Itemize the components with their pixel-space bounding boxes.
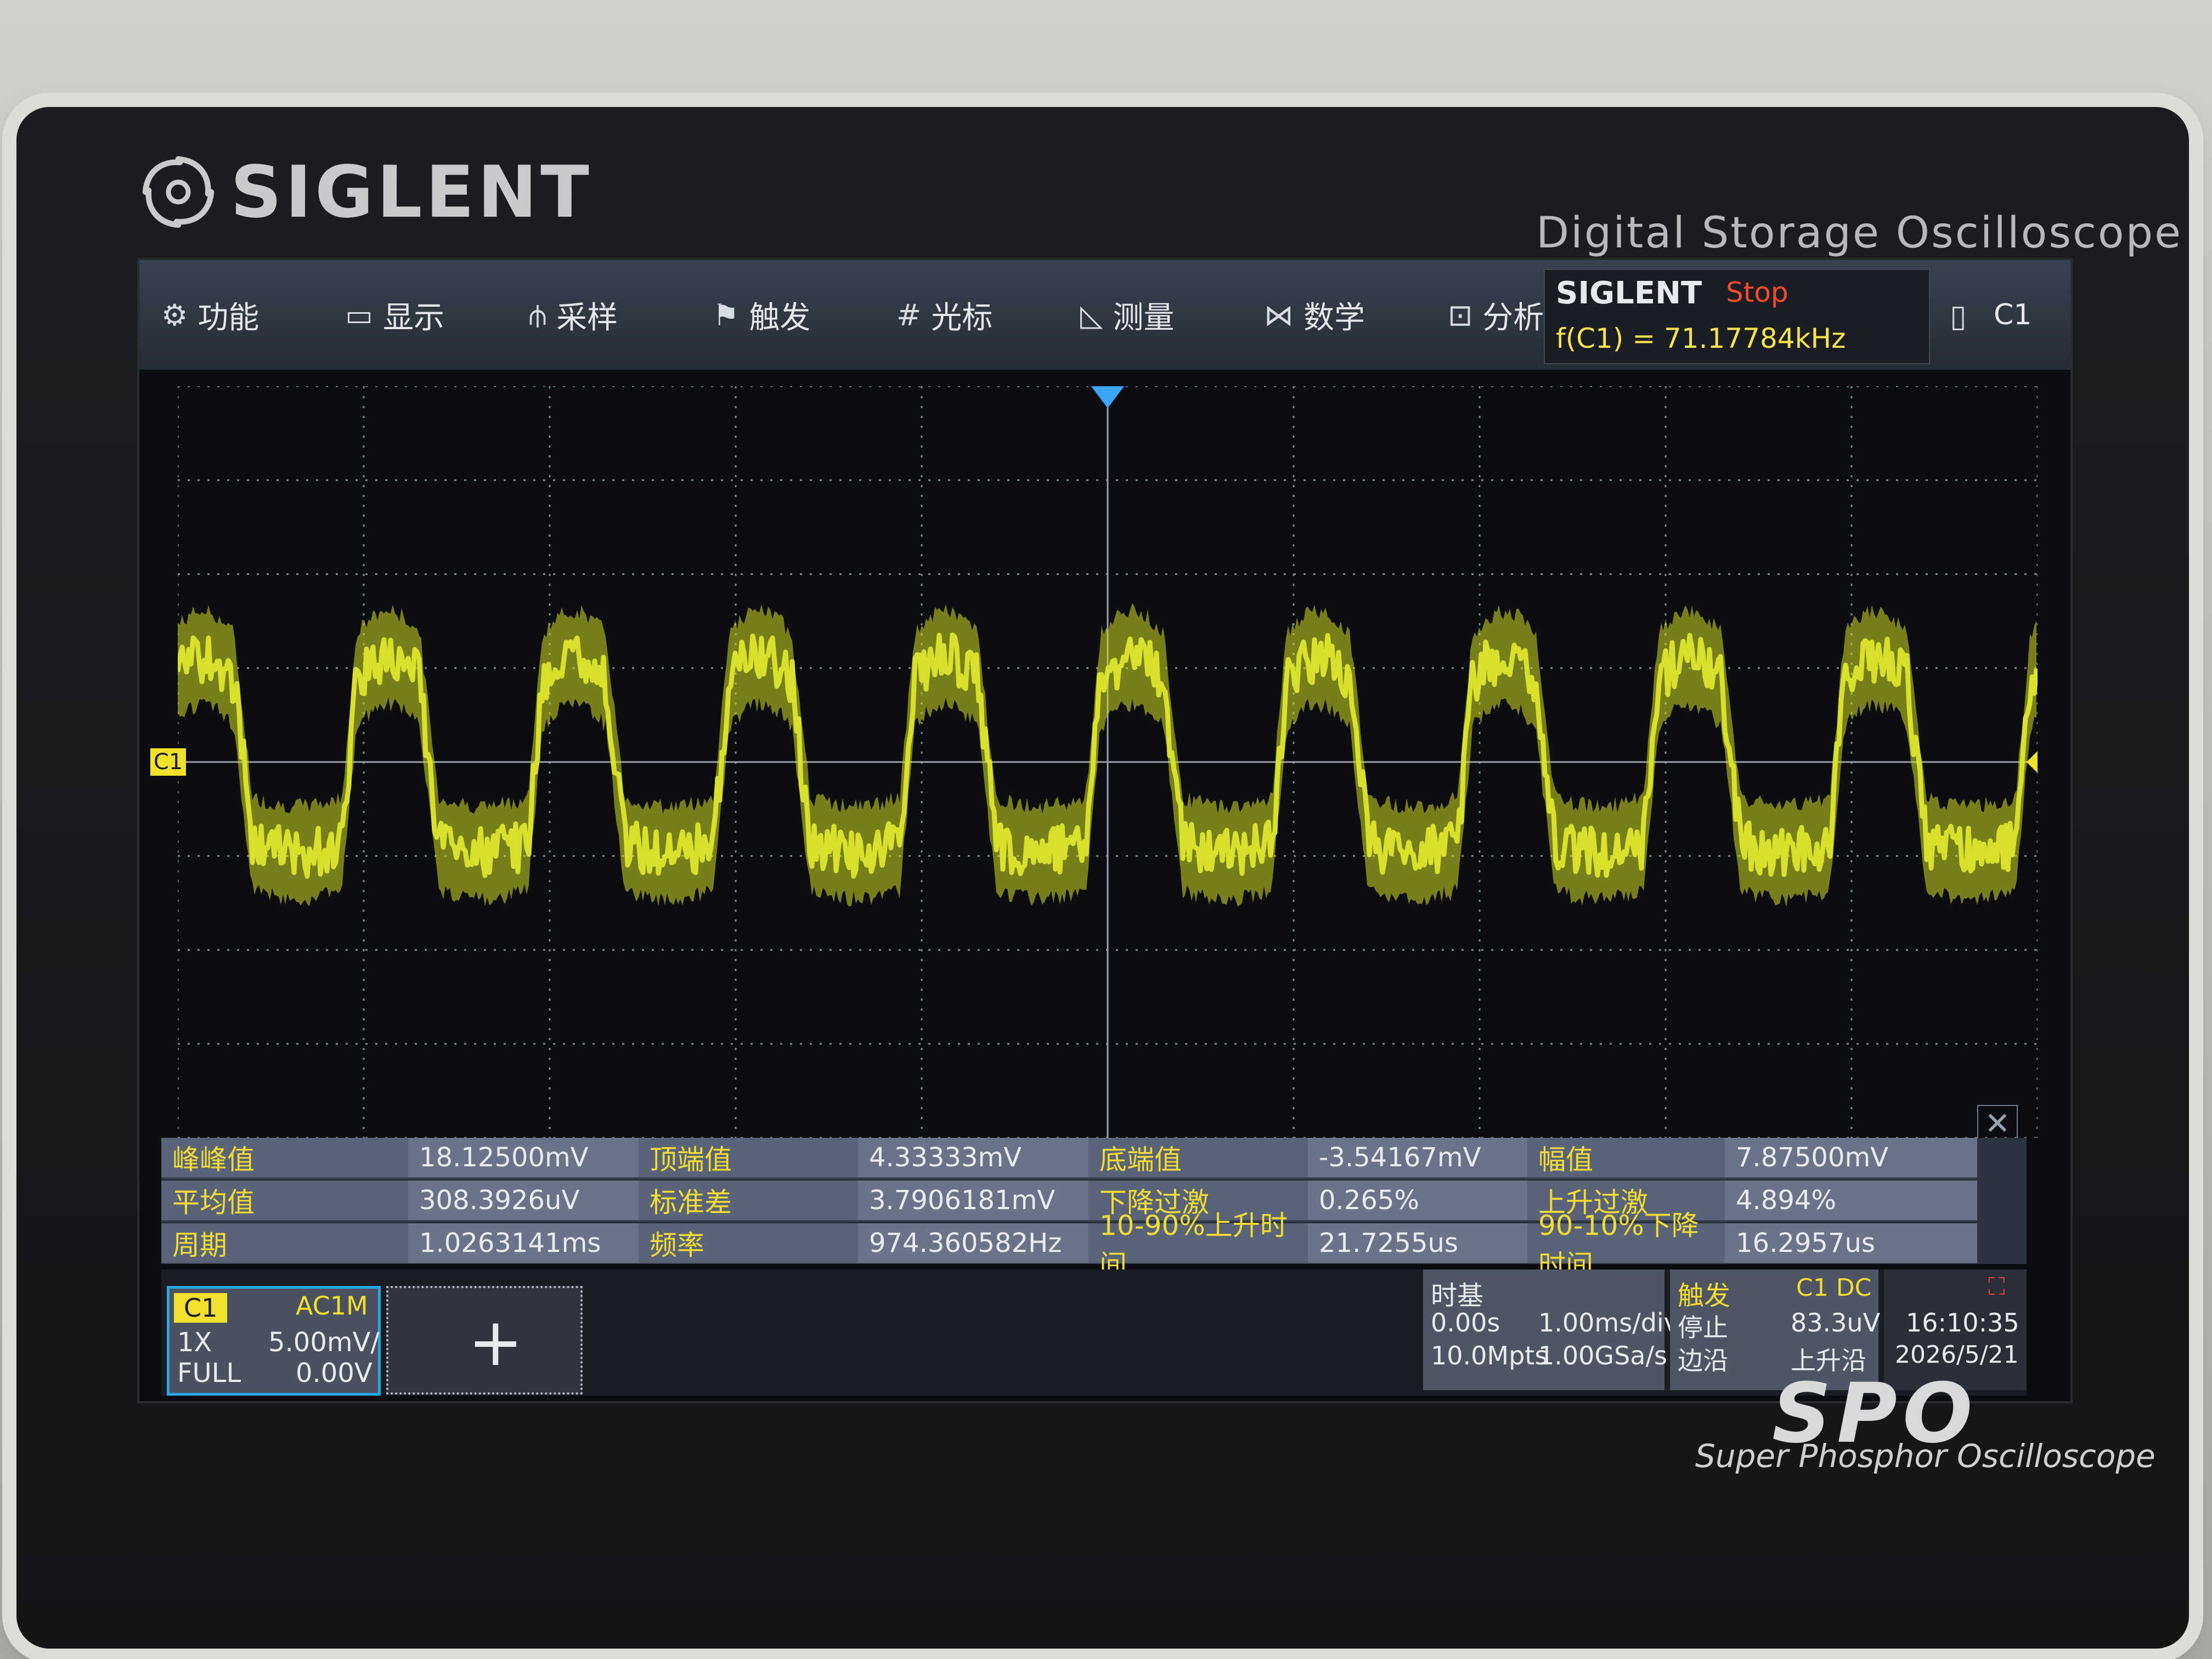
display-icon: ▭ (345, 297, 374, 332)
waveform-grid (178, 386, 2038, 1138)
clock-date: 2026/5/21 (1895, 1341, 2019, 1369)
menu-label: 触发 (749, 300, 811, 336)
menu-label: 测量 (1113, 300, 1175, 336)
timebase-box[interactable]: 时基 0.00s 1.00ms/div 10.0Mpts 1.00GSa/s (1423, 1269, 1679, 1390)
channel-coupling: AC1M (296, 1291, 368, 1321)
channel-tag: C1 (174, 1293, 228, 1323)
storage-icon: ▯ (1950, 298, 1967, 334)
ruler-icon: ◺ (1080, 297, 1103, 332)
trigger-position-marker[interactable] (1091, 386, 1124, 408)
meas-value: 16.2957us (1725, 1223, 1977, 1264)
menu-label: 数学 (1304, 300, 1365, 336)
meas-value: 0.265% (1308, 1181, 1527, 1221)
meas-label: 平均值 (161, 1181, 408, 1221)
menu-label: 分析 (1482, 300, 1544, 336)
menu-item-acquire[interactable]: ⫛ 采样 (529, 293, 691, 337)
meas-value: 308.3926uV (408, 1181, 639, 1221)
meas-label: 幅值 (1527, 1138, 1725, 1178)
run-state[interactable]: Stop (1726, 276, 1788, 308)
meas-label: 峰峰值 (161, 1138, 408, 1178)
siglent-swirl-icon (142, 156, 215, 228)
menu-item-cursor[interactable]: # 光标 (896, 293, 1058, 337)
timebase-scale: 1.00ms/div (1538, 1308, 1679, 1338)
meas-value: 21.7255us (1308, 1223, 1527, 1264)
meas-value: -3.54167mV (1308, 1138, 1527, 1178)
channel-offset: 0.00V (296, 1358, 373, 1389)
frequency-counter: f(C1) = 71.17784kHz (1556, 323, 1846, 354)
gear-icon: ⚙ (161, 297, 188, 332)
oscilloscope-screen: ⚙ 功能 ▭ 显示 ⫛ 采样 ⚑ 触发 # 光标 ◺ 测量 ⋈ 数学 ⊡ 分析 SIGLENT … (137, 258, 2073, 1403)
menu-item-display[interactable]: ▭ 显示 (345, 293, 507, 337)
meas-value: 3.7906181mV (858, 1181, 1088, 1221)
meas-value: 1.0263141ms (408, 1223, 639, 1264)
siglent-logo: SIGLENT (137, 148, 592, 236)
acquire-icon: ⫛ (529, 297, 547, 332)
timebase-delay: 0.00s (1431, 1308, 1500, 1338)
channel-c1-box[interactable]: C1 AC1M 1X 5.00mV/ FULL 0.00V (167, 1286, 381, 1396)
trigger-type: 边沿 (1678, 1346, 1728, 1375)
trigger-title: 触发 (1678, 1280, 1731, 1311)
clock-time: 16:10:35 (1906, 1308, 2019, 1338)
waveform-area (178, 386, 2038, 1138)
menu-item-function[interactable]: ⚙ 功能 (161, 293, 323, 337)
meas-label: 周期 (161, 1223, 408, 1264)
meas-value: 974.360582Hz (858, 1223, 1088, 1264)
menu-bar: ⚙ 功能 ▭ 显示 ⫛ 采样 ⚑ 触发 # 光标 ◺ 测量 ⋈ 数学 ⊡ 分析 SIGLENT … (139, 260, 2070, 370)
menu-label: 显示 (383, 300, 445, 336)
status-bottom-bar: C1 AC1M 1X 5.00mV/ FULL 0.00V + 时基 0.00s… (161, 1269, 2027, 1396)
menu-label: 采样 (556, 300, 618, 336)
meas-label: 底端值 (1088, 1138, 1308, 1178)
analyze-icon: ⊡ (1448, 297, 1473, 332)
menu-item-trigger[interactable]: ⚑ 触发 (713, 293, 874, 337)
measurement-panel: 峰峰值 18.12500mV 顶端值 4.33333mV 底端值 -3.5416… (161, 1138, 2027, 1281)
trigger-mode: 停止 (1678, 1313, 1728, 1342)
menu-label: 光标 (931, 300, 993, 336)
plus-icon: + (468, 1305, 523, 1381)
math-icon: ⋈ (1264, 297, 1294, 332)
trigger-source: C1 DC (1796, 1274, 1872, 1302)
trigger-level-marker[interactable] (2027, 751, 2038, 773)
status-brand: SIGLENT (1556, 275, 1702, 311)
channel-bandwidth: FULL (177, 1358, 241, 1389)
spo-subtitle: Super Phosphor Oscilloscope (1695, 1437, 2155, 1475)
meas-label: 10-90%上升时间 (1088, 1210, 1308, 1281)
meas-value: 18.12500mV (408, 1138, 639, 1178)
add-channel-button[interactable]: + (386, 1286, 583, 1395)
cursor-icon: # (896, 297, 922, 332)
menu-label: 功能 (198, 300, 259, 336)
channel-probe: 1X (177, 1327, 212, 1358)
meas-label: 顶端值 (639, 1138, 858, 1178)
menu-item-measure[interactable]: ◺ 测量 (1080, 293, 1242, 337)
meas-label: 频率 (639, 1223, 858, 1264)
channel-ground-marker[interactable]: C1 (150, 748, 187, 776)
meas-value: 7.87500mV (1725, 1138, 1977, 1178)
meas-value: 4.894% (1725, 1181, 1977, 1221)
trigger-level: 83.3uV (1791, 1308, 1881, 1338)
sample-rate: 1.00GSa/s (1538, 1341, 1667, 1370)
memory-depth: 10.0Mpts (1431, 1341, 1548, 1370)
status-box: SIGLENT Stop f(C1) = 71.17784kHz (1544, 269, 1930, 364)
active-channel: C1 (1994, 298, 2032, 331)
meas-label: 90-10%下降时间 (1527, 1210, 1725, 1281)
menu-item-math[interactable]: ⋈ 数学 (1264, 293, 1426, 337)
timebase-title: 时基 (1431, 1280, 1484, 1311)
channel-scale: 5.00mV/ (268, 1327, 380, 1358)
model-title: Digital Storage Oscilloscope (1536, 208, 2183, 258)
network-icon: ⛶ (1988, 1273, 2005, 1301)
brand-name: SIGLENT (230, 150, 592, 234)
meas-value: 4.33333mV (858, 1138, 1088, 1178)
meas-label: 标准差 (639, 1181, 858, 1221)
flag-icon: ⚑ (713, 297, 740, 332)
